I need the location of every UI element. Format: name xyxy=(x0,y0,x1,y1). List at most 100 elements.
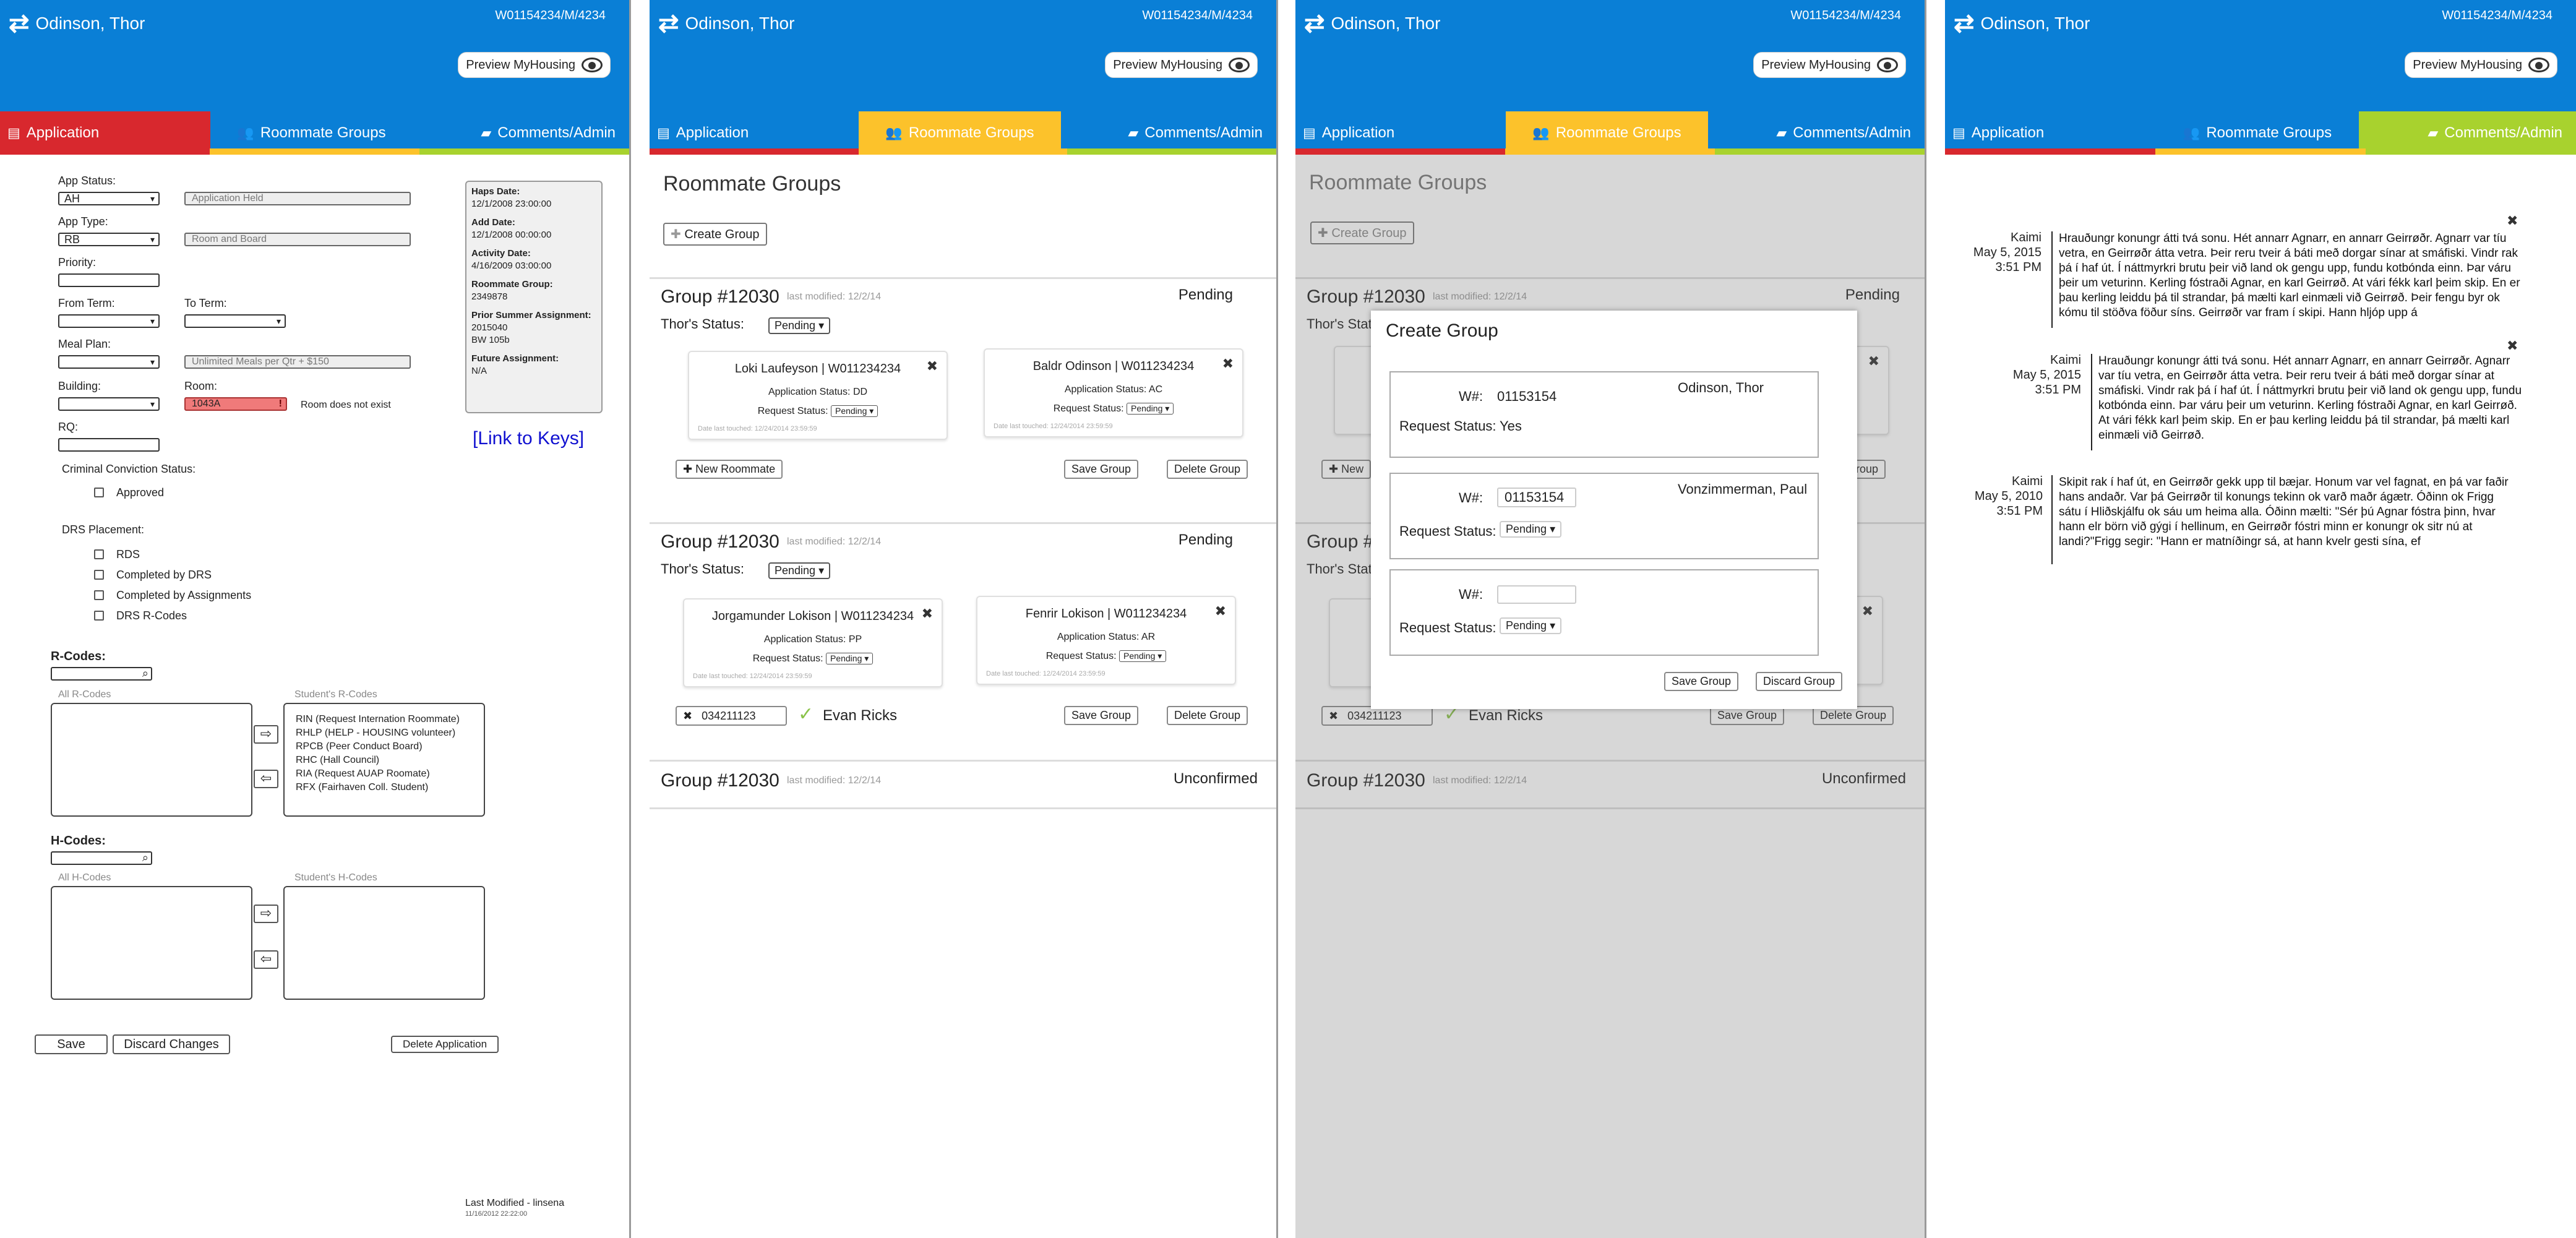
all-h-codes-label: All H-Codes xyxy=(58,872,111,883)
drs-checkbox[interactable] xyxy=(94,611,104,621)
swap-arrows-icon[interactable]: ⇄ xyxy=(1954,11,1975,36)
approved-label: Approved xyxy=(116,486,165,499)
request-status-select[interactable]: Pending ▾ xyxy=(1500,521,1562,538)
preview-myhousing-button[interactable]: Preview MyHousing xyxy=(1753,52,1906,78)
comment-author: Kaimi xyxy=(2050,353,2081,367)
close-icon[interactable]: ✖ xyxy=(927,358,938,374)
request-status-value: Yes xyxy=(1500,418,1522,434)
student-switcher[interactable]: ⇄ Odinson, Thor xyxy=(9,11,145,36)
roommate-card: Baldr Odinson | W011234234 ✖ Application… xyxy=(984,348,1243,437)
app-status-value: AC xyxy=(1148,384,1163,395)
move-left-button[interactable]: ⇦ xyxy=(254,770,278,788)
preview-myhousing-button[interactable]: Preview MyHousing xyxy=(2405,52,2557,78)
request-status-select[interactable]: Pending ▾ xyxy=(830,405,878,417)
app-status-select[interactable]: AH xyxy=(58,192,160,205)
discard-group-button[interactable]: Discard Group xyxy=(1756,672,1843,691)
create-group-button[interactable]: ✚ Create Group xyxy=(663,223,767,246)
swap-arrows-icon[interactable]: ⇄ xyxy=(658,11,679,36)
list-item[interactable]: RHLP (HELP - HOUSING volunteer) xyxy=(296,726,484,740)
h-codes-search[interactable]: ⌕ xyxy=(51,851,152,865)
meal-plan-select[interactable] xyxy=(58,355,160,369)
search-icon[interactable]: ⌕ xyxy=(142,851,148,864)
tab-label: Roommate Groups xyxy=(260,124,386,141)
discard-changes-button[interactable]: Discard Changes xyxy=(113,1034,230,1054)
list-item[interactable]: RIA (Request AUAP Roomate) xyxy=(296,767,484,781)
comment-date: May 5, 2015 xyxy=(1973,246,2041,259)
room-value: 1043A xyxy=(192,398,221,409)
list-item[interactable]: RFX (Fairhaven Coll. Student) xyxy=(296,781,484,794)
add-date: 12/1/2008 00:00:00 xyxy=(471,230,552,240)
document-icon: ▤ xyxy=(1952,125,1965,140)
student-switcher[interactable]: ⇄ Odinson, Thor xyxy=(1304,11,1440,36)
preview-myhousing-button[interactable]: Preview MyHousing xyxy=(458,52,611,78)
preview-myhousing-button[interactable]: Preview MyHousing xyxy=(1105,52,1258,78)
student-name: Odinson, Thor xyxy=(1980,14,2090,33)
new-roommate-button[interactable]: ✚ New Roommate xyxy=(676,460,783,479)
from-term-select[interactable] xyxy=(58,314,160,328)
save-group-button[interactable]: Save Group xyxy=(1064,706,1139,725)
student-switcher[interactable]: ⇄ Odinson, Thor xyxy=(1954,11,2090,36)
tab-label: Application xyxy=(676,124,749,141)
search-icon[interactable]: ⌕ xyxy=(142,667,148,680)
comment-meta: Kaimi May 5, 2015 3:51 PM xyxy=(1945,230,2041,275)
priority-field[interactable] xyxy=(58,273,160,287)
list-item[interactable]: RIN (Request Internation Roommate) xyxy=(296,713,484,726)
panel-comments-admin: ⇄ Odinson, Thor W01154234/M/4234 Preview … xyxy=(1945,0,2576,1238)
save-group-button[interactable]: Save Group xyxy=(1064,460,1139,479)
room-error: Room does not exist xyxy=(301,400,391,410)
request-status-select[interactable]: Pending ▾ xyxy=(1500,617,1562,634)
new-roommate-label: New Roommate xyxy=(695,463,776,475)
new-roommate-w-field[interactable]: ✖ 034211123 xyxy=(676,706,787,726)
drs-option-label: Completed by Assignments xyxy=(116,589,252,601)
request-status-select[interactable]: Pending ▾ xyxy=(825,653,874,664)
save-button[interactable]: Save xyxy=(35,1034,108,1054)
meal-plan-desc: Unlimited Meals per Qtr + $150 xyxy=(184,355,411,369)
drs-checkbox[interactable] xyxy=(94,570,104,580)
student-id: W01154234/M/4234 xyxy=(2442,9,2552,22)
thor-status-select[interactable]: Pending ▾ xyxy=(768,562,831,579)
close-icon[interactable]: ✖ xyxy=(922,606,933,622)
close-icon[interactable]: ✖ xyxy=(2507,213,2518,229)
save-group-button[interactable]: Save Group xyxy=(1664,672,1739,691)
move-left-button[interactable]: ⇦ xyxy=(254,950,278,969)
create-group-label: Create Group xyxy=(684,228,760,241)
r-codes-search[interactable]: ⌕ xyxy=(51,667,152,681)
drs-checkbox[interactable] xyxy=(94,590,104,600)
room-field[interactable]: 1043A! xyxy=(184,397,287,411)
link-to-keys[interactable]: [Link to Keys] xyxy=(473,428,584,449)
approved-checkbox[interactable] xyxy=(94,488,104,497)
move-right-button[interactable]: ⇨ xyxy=(254,905,278,923)
rq-field[interactable] xyxy=(58,438,160,452)
move-right-button[interactable]: ⇨ xyxy=(254,725,278,744)
request-status-select[interactable]: Pending ▾ xyxy=(1118,650,1167,662)
swap-arrows-icon[interactable]: ⇄ xyxy=(1304,11,1325,36)
all-r-codes-list[interactable] xyxy=(51,703,252,817)
request-status: Request Status: Pending ▾ xyxy=(684,653,942,664)
list-item[interactable]: RPCB (Peer Conduct Board) xyxy=(296,740,484,754)
app-type-select[interactable]: RB xyxy=(58,233,160,246)
create-group-modal: Create Group W#: 01153154 Odinson, Thor … xyxy=(1371,311,1857,709)
student-h-codes-list[interactable] xyxy=(283,886,485,1000)
thor-status-select[interactable]: Pending ▾ xyxy=(768,317,831,334)
close-icon[interactable]: ✖ xyxy=(683,710,692,722)
delete-application-button[interactable]: Delete Application xyxy=(391,1036,499,1053)
to-term-select[interactable] xyxy=(184,314,286,328)
all-h-codes-list[interactable] xyxy=(51,886,252,1000)
tab-label: Application xyxy=(1971,124,2045,141)
document-icon: ▤ xyxy=(7,125,20,140)
w-number-input[interactable] xyxy=(1497,585,1576,604)
building-select[interactable] xyxy=(58,397,160,411)
close-icon[interactable]: ✖ xyxy=(1222,356,1234,372)
swap-arrows-icon[interactable]: ⇄ xyxy=(9,11,30,36)
delete-group-button[interactable]: Delete Group xyxy=(1167,460,1248,479)
close-icon[interactable]: ✖ xyxy=(2507,338,2518,354)
drs-checkbox[interactable] xyxy=(94,549,104,559)
app-status-label: Application Status: xyxy=(1057,632,1140,642)
request-status-select[interactable]: Pending ▾ xyxy=(1126,403,1174,415)
list-item[interactable]: RHC (Hall Council) xyxy=(296,754,484,767)
student-r-codes-list[interactable]: RIN (Request Internation Roommate) RHLP … xyxy=(283,703,485,817)
student-switcher[interactable]: ⇄ Odinson, Thor xyxy=(658,11,794,36)
close-icon[interactable]: ✖ xyxy=(1215,603,1226,619)
delete-group-button[interactable]: Delete Group xyxy=(1167,706,1248,725)
w-number-input[interactable]: 01153154 xyxy=(1497,488,1576,507)
